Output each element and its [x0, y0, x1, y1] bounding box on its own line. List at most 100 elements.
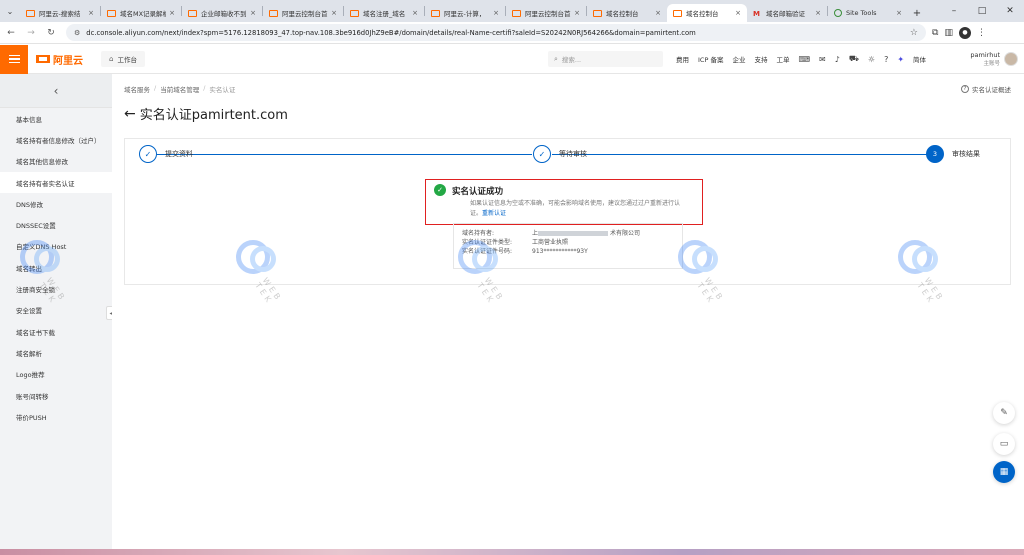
tab-close-icon[interactable]: ×	[250, 9, 256, 17]
tab-close-icon[interactable]: ×	[331, 9, 337, 17]
workbench-button[interactable]: ⌂ 工作台	[101, 51, 145, 67]
browser-tab[interactable]: M 域名邮箱验证 ×	[747, 4, 827, 22]
check-icon: ✓	[533, 145, 551, 163]
url-text: dc.console.aliyun.com/next/index?spm=517…	[86, 28, 696, 37]
sidebar-item[interactable]: 域名证书下载	[0, 321, 112, 342]
menu-burger-icon[interactable]	[0, 44, 28, 74]
site-info-icon[interactable]: ⚙	[74, 29, 80, 37]
ai-assistant-icon[interactable]: ✦	[897, 55, 904, 64]
tab-close-icon[interactable]: ×	[815, 9, 821, 17]
menu-support[interactable]: 支持	[754, 54, 767, 64]
tab-close-icon[interactable]: ×	[735, 9, 741, 17]
minimize-icon[interactable]: –	[940, 0, 968, 22]
maximize-icon[interactable]: □	[968, 0, 996, 22]
real-name-overview-link[interactable]: ? 实名认证概述	[961, 84, 1011, 94]
aliyun-favicon-icon	[188, 9, 197, 17]
bookmark-star-icon[interactable]: ☆	[910, 28, 918, 38]
apps-grid-icon[interactable]: ▦	[993, 461, 1015, 483]
browser-tab[interactable]: 企业邮箱收不到 ×	[182, 4, 262, 22]
tab-search-icon[interactable]: ⌄	[0, 0, 20, 22]
sidebar-item[interactable]: 域名转出	[0, 257, 112, 278]
tab-close-icon[interactable]: ×	[169, 9, 175, 17]
browser-tab[interactable]: 阿里云控制台首页×	[506, 4, 586, 22]
home-icon: ⌂	[109, 55, 114, 63]
menu-enterprise[interactable]: 企业	[732, 54, 745, 64]
sidebar-item[interactable]: 域名解析	[0, 342, 112, 363]
step-number: 3	[926, 145, 944, 163]
console-search-input[interactable]: ⌕ 搜索...	[548, 51, 663, 67]
message-icon[interactable]: ✉	[819, 55, 826, 64]
browser-tab[interactable]: 阿里云控制台首页×	[263, 4, 343, 22]
browser-tab[interactable]: 域名控制台 ×	[667, 4, 747, 22]
aliyun-favicon-icon	[673, 9, 682, 17]
tab-close-icon[interactable]: ×	[896, 9, 902, 17]
sidebar-item[interactable]: 自定义DNS Host	[0, 236, 112, 257]
browser-menu-icon[interactable]: ⋮	[977, 28, 986, 38]
tab-close-icon[interactable]: ×	[655, 9, 661, 17]
sidebar-item[interactable]: 安全设置	[0, 300, 112, 321]
menu-ticket[interactable]: 工单	[776, 54, 789, 64]
edit-feedback-icon[interactable]: ✎	[993, 402, 1015, 424]
side-panel-icon[interactable]: ▥	[944, 28, 953, 38]
sidebar-item[interactable]: DNS修改	[0, 193, 112, 214]
tab-close-icon[interactable]: ×	[88, 9, 94, 17]
cloud-shell-icon[interactable]: ⌨	[798, 55, 810, 64]
close-window-icon[interactable]: ✕	[996, 0, 1024, 22]
tab-title: 阿里云-计算，	[444, 10, 486, 18]
tips-icon[interactable]: ☼	[868, 55, 875, 64]
extensions-icon[interactable]: ⧉	[932, 28, 938, 38]
step-submit: ✓ 提交资料	[139, 145, 193, 163]
help-icon[interactable]: ?	[884, 55, 888, 64]
sidebar-item[interactable]: 基本信息	[0, 108, 112, 129]
sidebar-item[interactable]: 域名其他信息修改	[0, 151, 112, 172]
browser-tab[interactable]: 阿里云-计算， ×	[425, 4, 505, 22]
chat-icon[interactable]: ▭	[993, 433, 1015, 455]
sidebar-item[interactable]: 账号间转移	[0, 385, 112, 406]
new-tab-button[interactable]: +	[908, 4, 926, 22]
page-title: ← 实名认证pamirtent.com	[124, 105, 288, 124]
back-arrow-icon[interactable]: ←	[124, 106, 136, 122]
browser-tab[interactable]: 域名注册_域名 ×	[344, 4, 424, 22]
tab-title: 域名控制台	[686, 10, 719, 18]
avatar[interactable]	[1004, 52, 1018, 66]
info-icon: ?	[961, 85, 969, 93]
language-switch[interactable]: 简体	[913, 54, 926, 64]
sidebar-back-button[interactable]: ‹	[0, 74, 112, 108]
re-verify-link[interactable]: 重新认证	[482, 210, 506, 217]
tab-title: 阿里云-搜索结	[39, 10, 81, 18]
tab-title: 阿里云控制台首页	[525, 10, 571, 18]
reload-icon[interactable]: ↻	[42, 24, 60, 42]
tab-close-icon[interactable]: ×	[412, 9, 418, 17]
browser-tab[interactable]: 域名MX记录解析 ×	[101, 4, 181, 22]
breadcrumb-domain-service[interactable]: 域名服务	[124, 84, 150, 94]
tab-close-icon[interactable]: ×	[574, 9, 580, 17]
browser-tab[interactable]: 域名控制台 ×	[587, 4, 667, 22]
sidebar-item[interactable]: Logo推荐	[0, 364, 112, 385]
gmail-favicon-icon: M	[753, 9, 760, 18]
sidebar-item[interactable]: 域名持有者信息修改（过户）	[0, 129, 112, 150]
back-icon[interactable]: ←	[2, 24, 20, 42]
sidebar-item[interactable]: 域名持有者实名认证	[0, 171, 112, 194]
sidebar-item[interactable]: 带价PUSH	[0, 406, 112, 427]
breadcrumb-current-domain[interactable]: 当前域名管理	[160, 84, 199, 94]
aliyun-favicon-icon	[26, 9, 35, 17]
menu-fees[interactable]: 费用	[676, 54, 689, 64]
address-toolbar: ← → ↻ ⚙ dc.console.aliyun.com/next/index…	[0, 22, 1024, 44]
sidebar-item[interactable]: DNSSEC设置	[0, 214, 112, 235]
info-row-cert-number: 实名认证证件号码: 913***********93Y	[462, 248, 588, 255]
menu-icp[interactable]: ICP 备案	[698, 54, 723, 64]
aliyun-logo[interactable]: 阿里云	[36, 52, 83, 67]
tab-close-icon[interactable]: ×	[493, 9, 499, 17]
user-account[interactable]: pamirhut 主账号	[970, 51, 1018, 67]
browser-tab[interactable]: Site Tools ×	[828, 4, 908, 22]
cart-icon[interactable]: ⛟	[849, 54, 859, 64]
sidebar-item[interactable]: 注册商安全锁	[0, 278, 112, 299]
bell-icon[interactable]: ♪	[835, 55, 840, 64]
user-name: pamirhut	[970, 51, 1000, 59]
browser-tab[interactable]: 阿里云-搜索结 ×	[20, 4, 100, 22]
profile-avatar[interactable]: ●	[958, 26, 971, 39]
url-bar[interactable]: ⚙ dc.console.aliyun.com/next/index?spm=5…	[66, 24, 926, 41]
forward-icon[interactable]: →	[22, 24, 40, 42]
sidebar: ‹ 基本信息 域名持有者信息修改（过户） 域名其他信息修改 域名持有者实名认证 DNS修…	[0, 74, 112, 555]
step-result: 3 审核结果	[926, 145, 980, 163]
